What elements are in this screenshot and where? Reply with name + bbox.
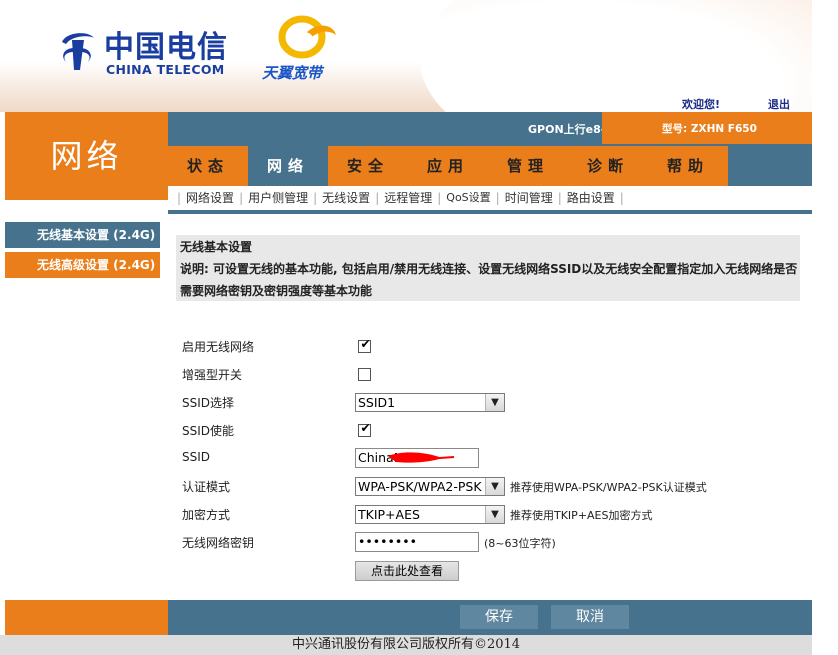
description-title: 无线基本设置 (180, 240, 253, 254)
auth-mode-select[interactable]: WPA-PSK/WPA2-PSK ▼ (355, 477, 505, 496)
tab-diagnosis[interactable]: 诊断 (568, 146, 648, 186)
china-telecom-logo (62, 33, 94, 70)
subnav-user-side[interactable]: 用户侧管理 (244, 186, 312, 210)
ssid-select-value: SSID1 (358, 395, 396, 410)
save-button[interactable]: 保存 (460, 605, 538, 629)
wireless-key-label: 无线网络密钥 (182, 536, 255, 550)
sub-brand: 天翼宽带 (262, 64, 323, 82)
section-title: 网络 (50, 137, 123, 175)
enable-wireless-label: 启用无线网络 (182, 340, 255, 354)
tab-status[interactable]: 状态 (168, 146, 248, 186)
gpon-label: GPON上行e8-C (528, 123, 614, 136)
redaction-mark (388, 452, 455, 463)
enhanced-switch-checkbox[interactable] (358, 368, 371, 381)
checkbox-checked-icon: ✔ (360, 421, 371, 435)
auth-mode-hint: 推荐使用WPA-PSK/WPA2-PSK认证模式 (510, 481, 707, 494)
sidebar-item-wireless-basic[interactable]: 无线基本设置 (2.4G) (5, 222, 160, 248)
description-text: 说明: 可设置无线的基本功能, 包括启用/禁用无线连接、设置无线网络SSID以及… (180, 262, 798, 298)
tab-management[interactable]: 管理 (488, 146, 568, 186)
model-label: 型号: ZXHN F650 (662, 123, 757, 135)
subnav-wireless[interactable]: 无线设置 (318, 186, 374, 210)
copyright-footer: 中兴通讯股份有限公司版权所有©2014 (0, 635, 812, 655)
auth-mode-label: 认证模式 (182, 480, 231, 494)
encryption-value: TKIP+AES (358, 507, 420, 522)
brand-name-cn: 中国电信 (104, 30, 228, 65)
encryption-label: 加密方式 (182, 508, 231, 522)
wireless-key-value: •••••••• (358, 534, 417, 549)
tab-help[interactable]: 帮助 (648, 146, 728, 186)
subnav-network-settings[interactable]: 网络设置 (182, 186, 238, 210)
checkbox-checked-icon: ✔ (360, 337, 371, 351)
encryption-hint: 推荐使用TKIP+AES加密方式 (510, 509, 653, 522)
brand-name-en: CHINA TELECOM (106, 62, 225, 77)
wireless-key-input[interactable]: •••••••• (355, 532, 479, 552)
subnav-separator: | (619, 191, 624, 205)
view-key-button[interactable]: 点击此处查看 (355, 561, 459, 581)
welcome-text: 欢迎您! (682, 98, 721, 111)
cancel-button[interactable]: 取消 (551, 605, 629, 629)
sidebar-item-wireless-advanced[interactable]: 无线高级设置 (2.4G) (5, 252, 160, 278)
header-decoration (420, 0, 812, 112)
subnav-time[interactable]: 时间管理 (501, 186, 557, 210)
wireless-key-hint: (8~63位字符) (484, 537, 556, 550)
logout-link[interactable]: 退出 (768, 96, 790, 112)
page-edge (812, 0, 838, 655)
enable-wireless-checkbox[interactable]: ✔ (358, 337, 371, 353)
tab-network[interactable]: 网络 (248, 146, 328, 186)
enhanced-switch-label: 增强型开关 (182, 368, 243, 382)
subnav-qos[interactable]: QoS设置 (442, 186, 494, 210)
bottom-left-bar (5, 600, 168, 635)
dropdown-arrow-icon[interactable]: ▼ (485, 478, 504, 495)
tianyi-logo (278, 15, 336, 59)
ssid-select[interactable]: SSID1 ▼ (355, 393, 505, 412)
ssid-enable-checkbox[interactable]: ✔ (358, 421, 371, 437)
dropdown-arrow-icon[interactable]: ▼ (485, 394, 504, 411)
ssid-label: SSID (182, 450, 211, 464)
subnav: | 网络设置 | 用户侧管理 | 无线设置 | 远程管理 | QoS设置 | 时… (176, 186, 625, 210)
dropdown-arrow-icon[interactable]: ▼ (485, 506, 504, 523)
subnav-remote[interactable]: 远程管理 (380, 186, 436, 210)
subnav-routing[interactable]: 路由设置 (563, 186, 619, 210)
tab-application[interactable]: 应用 (408, 146, 488, 186)
encryption-select[interactable]: TKIP+AES ▼ (355, 505, 505, 524)
ssid-enable-label: SSID使能 (182, 424, 235, 438)
tab-security[interactable]: 安全 (328, 146, 408, 186)
ssid-select-label: SSID选择 (182, 396, 235, 410)
auth-mode-value: WPA-PSK/WPA2-PSK (358, 479, 482, 494)
